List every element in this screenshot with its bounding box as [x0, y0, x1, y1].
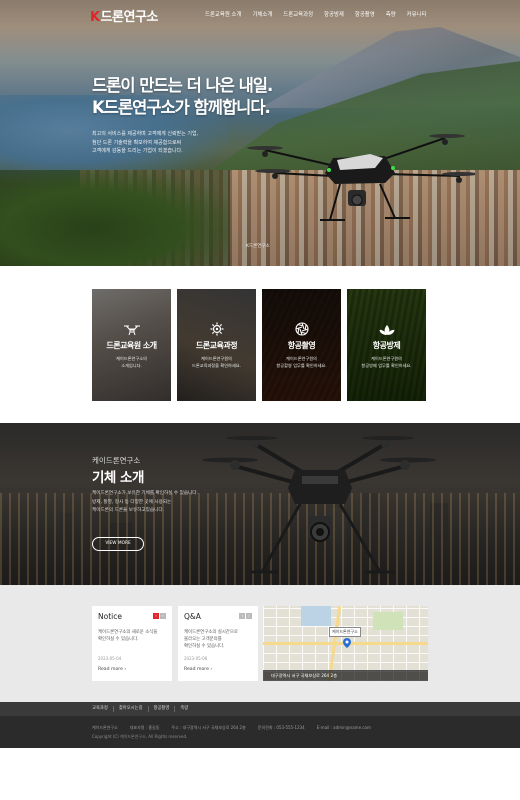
footer: 케이드론연구소 대표자명 : 홍길동 주소 : 대구광역시 서구 국채보상로 2… — [0, 716, 520, 748]
footer-link-aerial-photo[interactable]: 항공촬영 — [147, 706, 175, 712]
pager-next-icon[interactable]: › — [160, 613, 166, 619]
chevron-right-icon: › — [210, 667, 213, 672]
card-sub-line1: 케이드론연구원의 — [371, 356, 402, 361]
menu-item-about[interactable]: 드론교육원 소개 — [205, 10, 241, 18]
card-title: 항공촬영 — [287, 341, 316, 350]
hero-desc-line1: 최고의 서비스를 제공하며 고객에게 신뢰받는 기업, — [92, 131, 199, 137]
menu-item-pest-control[interactable]: 항공방제 — [324, 10, 344, 18]
map-pin-icon — [343, 638, 351, 648]
card-sub-line2: 항공촬영 업무를 확인하세요. — [276, 363, 327, 368]
qa-board: Q&A ‹ › 케이드론연구소의 실시간으로 올라오는 고객문의를 확인하실 수… — [178, 606, 258, 681]
menu-item-courses[interactable]: 드론교육과정 — [283, 10, 313, 18]
map-address: 대구광역시 서구 국채보상로 264 2층 — [263, 670, 428, 681]
pager-next-icon[interactable]: › — [246, 613, 252, 619]
hero-desc-line3: 고객에게 감동을 드리는 기업이 되겠습니다. — [92, 148, 183, 154]
card-sub-line1: 케이드론연구원의 — [286, 356, 317, 361]
footer-links: 교육과정 찾아오시는길 항공촬영 측량 — [92, 706, 193, 712]
menu-item-aerial-photo[interactable]: 항공촬영 — [355, 10, 375, 18]
qa-read-more[interactable]: Read more › — [184, 667, 212, 672]
notice-board: Notice ‹ › 케이드론연구소의 새로운 소식을 확인하실 수 있습니다.… — [92, 606, 172, 681]
notice-pager: ‹ › — [153, 613, 166, 619]
card-subtitle: 케이드론연구원의 항공방제 업무를 확인하세요. — [351, 355, 422, 369]
qa-body-line3: 확인하실 수 있습니다. — [184, 644, 225, 649]
footer-company: 케이드론연구소 — [92, 725, 118, 730]
read-more-label: Read more — [98, 667, 123, 672]
footer-email: E-mail : admin@name.com — [316, 725, 371, 730]
notice-body-line1: 케이드론연구소의 새로운 소식을 — [98, 630, 158, 635]
card-sub-line2: 소개입니다. — [121, 363, 142, 368]
card-subtitle: 케이드론연구원의 항공촬영 업무를 확인하세요. — [266, 355, 337, 369]
card-pest-control[interactable]: 항공방제 케이드론연구원의 항공방제 업무를 확인하세요. — [347, 289, 426, 401]
top-navigation: K 드론연구소 드론교육원 소개 기체소개 드론교육과정 항공방제 항공촬영 측… — [0, 0, 520, 28]
footer-copyright: Copyright (C) 케이드론연구소. All Rights reserv… — [92, 734, 188, 739]
pager-prev-icon[interactable]: ‹ — [239, 613, 245, 619]
footer-link-directions[interactable]: 찾아오시는길 — [112, 706, 148, 712]
footer-info: 케이드론연구소 대표자명 : 홍길동 주소 : 대구광역시 서구 국채보상로 2… — [92, 725, 371, 731]
gear-icon — [177, 321, 256, 340]
hero-banner: K 드론연구소 드론교육원 소개 기체소개 드론교육과정 항공방제 항공촬영 측… — [0, 0, 520, 266]
aircraft-desc-line1: 케이드론연구소가 보유한 기체를 확인하실 수 있습니다. — [92, 491, 198, 496]
menu-item-community[interactable]: 커뮤니티 — [407, 10, 427, 18]
read-more-label: Read more — [184, 667, 209, 672]
board-section — [0, 585, 520, 702]
card-about[interactable]: 드론교육원 소개 케이드론연구소의 소개입니다. — [92, 289, 171, 401]
aircraft-desc-line2: 방제, 촬영, 정사 등 다양한 곳에 사용되는 — [92, 499, 172, 505]
card-sub-line1: 케이드론연구소의 — [116, 356, 147, 361]
footer-link-survey[interactable]: 측량 — [174, 706, 193, 712]
leaf-icon — [347, 321, 426, 340]
notice-body[interactable]: 케이드론연구소의 새로운 소식을 확인하실 수 있습니다. — [98, 629, 168, 643]
footer-address: 주소 : 대구광역시 서구 국채보상로 264 2층 — [171, 725, 246, 730]
hero-title-line2: K드론연구소가 함께합니다. — [92, 98, 271, 117]
card-title: 드론교육과정 — [195, 341, 238, 350]
logo-k: K — [90, 10, 100, 25]
view-more-button[interactable]: VIEW MORE — [92, 537, 144, 551]
hero-title-line1: 드론이 만드는 더 나은 내일. — [92, 76, 273, 95]
card-sub-line2: 항공방제 업무를 확인하세요. — [361, 363, 412, 368]
card-sub-line1: 케이드론연구원의 — [201, 356, 232, 361]
notice-read-more[interactable]: Read more › — [98, 667, 126, 672]
chevron-right-icon: › — [124, 667, 127, 672]
service-cards: 드론교육원 소개 케이드론연구소의 소개입니다. 드론교육과정 케이드론연구원의… — [92, 289, 428, 401]
camera-shutter-icon — [262, 321, 341, 340]
map-park — [373, 612, 403, 630]
card-sub-line2: 드론교육과정을 확인하세요. — [192, 363, 241, 368]
hero-title: 드론이 만드는 더 나은 내일. K드론연구소가 함께합니다. — [92, 75, 273, 119]
qa-body-line2: 올라오는 고객문의를 — [184, 637, 222, 642]
footer-link-courses[interactable]: 교육과정 — [92, 706, 113, 712]
drone-icon — [92, 321, 171, 340]
footer-tel: 문의전화 : 053-555-1234 — [257, 725, 305, 730]
site-logo[interactable]: K 드론연구소 — [90, 6, 158, 25]
map-water — [301, 606, 331, 626]
notice-date: 2023-05-04 — [98, 656, 122, 661]
aircraft-description: 케이드론연구소가 보유한 기체를 확인하실 수 있습니다. 방제, 촬영, 정사… — [92, 490, 252, 516]
map-label: 케이드론연구소 — [329, 627, 361, 637]
hero-description: 최고의 서비스를 제공하며 고객에게 신뢰받는 기업, 첨단 드론 기술력을 확… — [92, 130, 242, 156]
hero-drone-image — [247, 134, 475, 221]
qa-body-line1: 케이드론연구소의 실시간으로 — [184, 630, 238, 635]
card-aerial-photo[interactable]: 항공촬영 케이드론연구원의 항공촬영 업무를 확인하세요. — [262, 289, 341, 401]
aircraft-desc-line3: 케이드론의 드론을 보유하고있습니다. — [92, 508, 165, 513]
location-map[interactable]: 케이드론연구소 대구광역시 서구 국채보상로 264 2층 — [263, 606, 428, 681]
logo-text: 드론연구소 — [100, 10, 159, 25]
footer-ceo: 대표자명 : 홍길동 — [129, 725, 160, 730]
main-menu: 드론교육원 소개 기체소개 드론교육과정 항공방제 항공촬영 측량 커뮤니티 — [205, 10, 438, 18]
card-title: 드론교육원 소개 — [106, 341, 157, 350]
qa-date: 2023-05-06 — [184, 656, 208, 661]
footer-nav: 교육과정 찾아오시는길 항공촬영 측량 — [0, 702, 520, 716]
notice-body-line2: 확인하실 수 있습니다. — [98, 637, 139, 642]
card-subtitle: 케이드론연구원의 드론교육과정을 확인하세요. — [181, 355, 252, 369]
card-subtitle: 케이드론연구소의 소개입니다. — [96, 355, 167, 369]
card-courses[interactable]: 드론교육과정 케이드론연구원의 드론교육과정을 확인하세요. — [177, 289, 256, 401]
qa-pager: ‹ › — [239, 613, 252, 619]
card-title: 항공방제 — [372, 341, 401, 350]
menu-item-aircraft[interactable]: 기체소개 — [252, 10, 272, 18]
aircraft-subtitle: 케이드론연구소 — [92, 456, 141, 465]
pager-prev-icon[interactable]: ‹ — [153, 613, 159, 619]
menu-item-survey[interactable]: 측량 — [386, 10, 396, 18]
aircraft-title: 기체 소개 — [92, 470, 144, 486]
qa-body[interactable]: 케이드론연구소의 실시간으로 올라오는 고객문의를 확인하실 수 있습니다. — [184, 629, 254, 650]
hero-caption: K드론연구소 — [246, 244, 270, 249]
hero-desc-line2: 첨단 드론 기술력을 확보하여 제공함으로써 — [92, 139, 182, 146]
